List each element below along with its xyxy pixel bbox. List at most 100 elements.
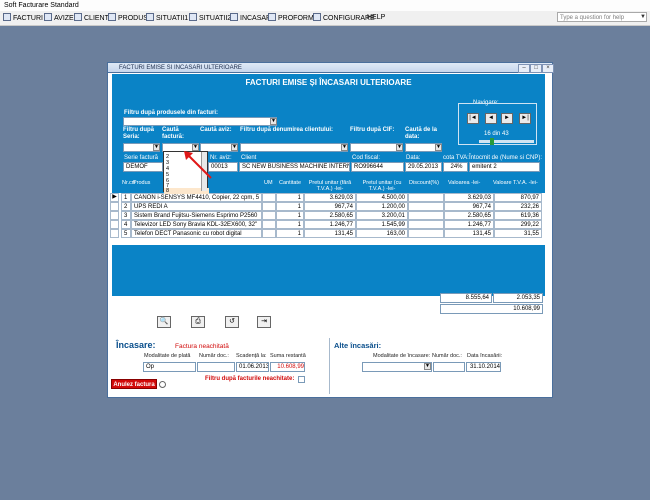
menu-incasari[interactable]: INCASARI xyxy=(230,13,273,23)
cell-um[interactable] xyxy=(262,193,276,202)
help-question-input[interactable]: Type a question for help xyxy=(557,12,647,22)
cancel-invoice-button[interactable]: Anulez factura xyxy=(111,379,157,389)
payment-method-field[interactable]: Op xyxy=(143,362,196,372)
vat-field[interactable]: 24% xyxy=(443,162,468,172)
cell-nr: 4 xyxy=(121,220,131,229)
cell-vat-value: 619,36 xyxy=(494,211,542,220)
table-row[interactable]: 1 CANON i-SENSYS MF4410, Copier, 22 cpm,… xyxy=(121,193,545,202)
cancel-invoice-radio[interactable] xyxy=(159,381,166,388)
magnifier-icon[interactable]: 🔍 xyxy=(157,316,171,328)
nav-first-button[interactable]: |◄ xyxy=(467,113,479,124)
payment-docno-field[interactable] xyxy=(197,362,235,372)
menu-icon xyxy=(146,13,154,21)
minimize-icon[interactable]: – xyxy=(518,64,530,73)
navigator-slider-handle[interactable] xyxy=(490,138,494,145)
menu-clienti[interactable]: CLIENTI xyxy=(74,13,111,23)
table-row[interactable]: 5 Telefon DECT Panasonic cu robot digita… xyxy=(121,229,545,238)
cell-unit-price[interactable]: 2.580,65 xyxy=(304,211,356,220)
row-selector-current[interactable]: ▶ xyxy=(110,193,119,202)
row-selector[interactable] xyxy=(110,229,119,238)
chevron-down-icon[interactable]: ▼ xyxy=(435,144,442,151)
menu-situatii1[interactable]: SITUATII1 xyxy=(146,13,188,23)
payment-due-field[interactable]: 01.06.2013 xyxy=(236,362,269,372)
cell-um[interactable] xyxy=(262,202,276,211)
filter-unpaid-checkbox[interactable] xyxy=(298,376,305,383)
date-field[interactable]: 29.05.2013 xyxy=(405,162,442,172)
cell-discount[interactable] xyxy=(408,211,444,220)
cell-vat-value: 232,26 xyxy=(494,202,542,211)
cell-value: 2.580,65 xyxy=(444,211,494,220)
cell-um[interactable] xyxy=(262,211,276,220)
chevron-down-icon[interactable]: ▼ xyxy=(424,363,431,370)
cell-product[interactable]: Sistem Brand Fujitsu-Siemens Esprimo P25… xyxy=(131,211,262,220)
cell-unit-price-vat[interactable]: 1.200,00 xyxy=(356,202,408,211)
cell-unit-price-vat[interactable]: 4.500,00 xyxy=(356,193,408,202)
column-header: UM xyxy=(264,180,273,186)
cell-nr: 2 xyxy=(121,202,131,211)
issuer-field[interactable]: emitent 2 xyxy=(469,162,540,172)
cell-quantity[interactable]: 1 xyxy=(276,220,304,229)
cell-um[interactable] xyxy=(262,229,276,238)
table-row[interactable]: 3 Sistem Brand Fujitsu-Siemens Esprimo P… xyxy=(121,211,545,220)
row-selector[interactable] xyxy=(110,202,119,211)
table-row[interactable]: 4 Televizor LED Sony Bravia KDL-32EX600,… xyxy=(121,220,545,229)
storno-icon[interactable]: ↺ xyxy=(225,316,239,328)
filter-client-select[interactable] xyxy=(240,143,348,152)
printer-icon[interactable]: ⎙ xyxy=(191,316,205,328)
series-field[interactable]: DEMOF xyxy=(123,162,163,172)
fiscal-code-field[interactable]: RO996644 xyxy=(351,162,404,172)
cell-product[interactable]: UPS REDI A xyxy=(131,202,262,211)
cell-unit-price[interactable]: 967,74 xyxy=(304,202,356,211)
exit-door-icon[interactable]: ⇥ xyxy=(257,316,271,328)
cell-quantity[interactable]: 1 xyxy=(276,193,304,202)
column-header: Discount(%) xyxy=(409,180,439,186)
cell-um[interactable] xyxy=(262,220,276,229)
cell-quantity[interactable]: 1 xyxy=(276,229,304,238)
menu-facturi[interactable]: FACTURI xyxy=(3,13,43,23)
menu-situatii2[interactable]: SITUATII2 xyxy=(189,13,231,23)
cell-discount[interactable] xyxy=(408,193,444,202)
nav-next-button[interactable]: ► xyxy=(501,113,513,124)
chevron-down-icon[interactable]: ▼ xyxy=(270,118,277,125)
menu-icon xyxy=(3,13,11,21)
chevron-down-icon[interactable]: ▼ xyxy=(396,144,403,151)
restore-icon[interactable]: □ xyxy=(530,64,542,73)
total-vat-field: 2.053,35 xyxy=(493,293,543,303)
cell-unit-price[interactable]: 131,45 xyxy=(304,229,356,238)
cell-discount[interactable] xyxy=(408,229,444,238)
chevron-down-icon[interactable]: ▼ xyxy=(341,144,348,151)
row-selector[interactable] xyxy=(110,211,119,220)
other-date-field[interactable]: 31.10.2014 xyxy=(466,362,501,372)
cell-unit-price-vat[interactable]: 163,00 xyxy=(356,229,408,238)
client-field[interactable]: SC NEW BUSINESS MACHINE INTERNA xyxy=(239,162,350,172)
menu-proforme[interactable]: PROFORME xyxy=(268,13,318,23)
row-selector[interactable] xyxy=(110,220,119,229)
table-row[interactable]: 2 UPS REDI A 1 967,74 1.200,00 967,74 23… xyxy=(121,202,545,211)
menu-help[interactable]: HELP xyxy=(367,13,385,23)
cell-discount[interactable] xyxy=(408,202,444,211)
other-method-select[interactable] xyxy=(362,362,432,372)
close-icon[interactable]: × xyxy=(542,64,554,73)
menu-avize[interactable]: AVIZE xyxy=(44,13,74,23)
chevron-down-icon[interactable]: ▼ xyxy=(640,14,646,20)
navigator-slider[interactable] xyxy=(479,140,534,143)
chevron-down-icon[interactable]: ▼ xyxy=(231,144,238,151)
cell-unit-price[interactable]: 3.629,03 xyxy=(304,193,356,202)
cell-discount[interactable] xyxy=(408,220,444,229)
cell-quantity[interactable]: 1 xyxy=(276,202,304,211)
nav-prev-button[interactable]: ◄ xyxy=(485,113,497,124)
menu-configurare[interactable]: CONFIGURARE xyxy=(313,13,375,23)
chevron-down-icon[interactable]: ▼ xyxy=(153,144,160,151)
filter-products-select[interactable] xyxy=(123,117,277,126)
cell-unit-price[interactable]: 1.246,77 xyxy=(304,220,356,229)
cell-product[interactable]: Telefon DECT Panasonic cu robot digital xyxy=(131,229,262,238)
payment-remaining-field: 10.608,99 xyxy=(270,362,305,372)
cell-unit-price-vat[interactable]: 3.200,01 xyxy=(356,211,408,220)
cell-quantity[interactable]: 1 xyxy=(276,211,304,220)
cell-unit-price-vat[interactable]: 1.545,99 xyxy=(356,220,408,229)
cell-product[interactable]: Televizor LED Sony Bravia KDL-32EX600, 3… xyxy=(131,220,262,229)
nav-last-button[interactable]: ►| xyxy=(519,113,531,124)
cell-product[interactable]: CANON i-SENSYS MF4410, Copier, 22 cpm, 5 xyxy=(131,193,262,202)
other-docno-field[interactable] xyxy=(433,362,465,372)
total-due-label: Total de plată: xyxy=(402,307,440,313)
